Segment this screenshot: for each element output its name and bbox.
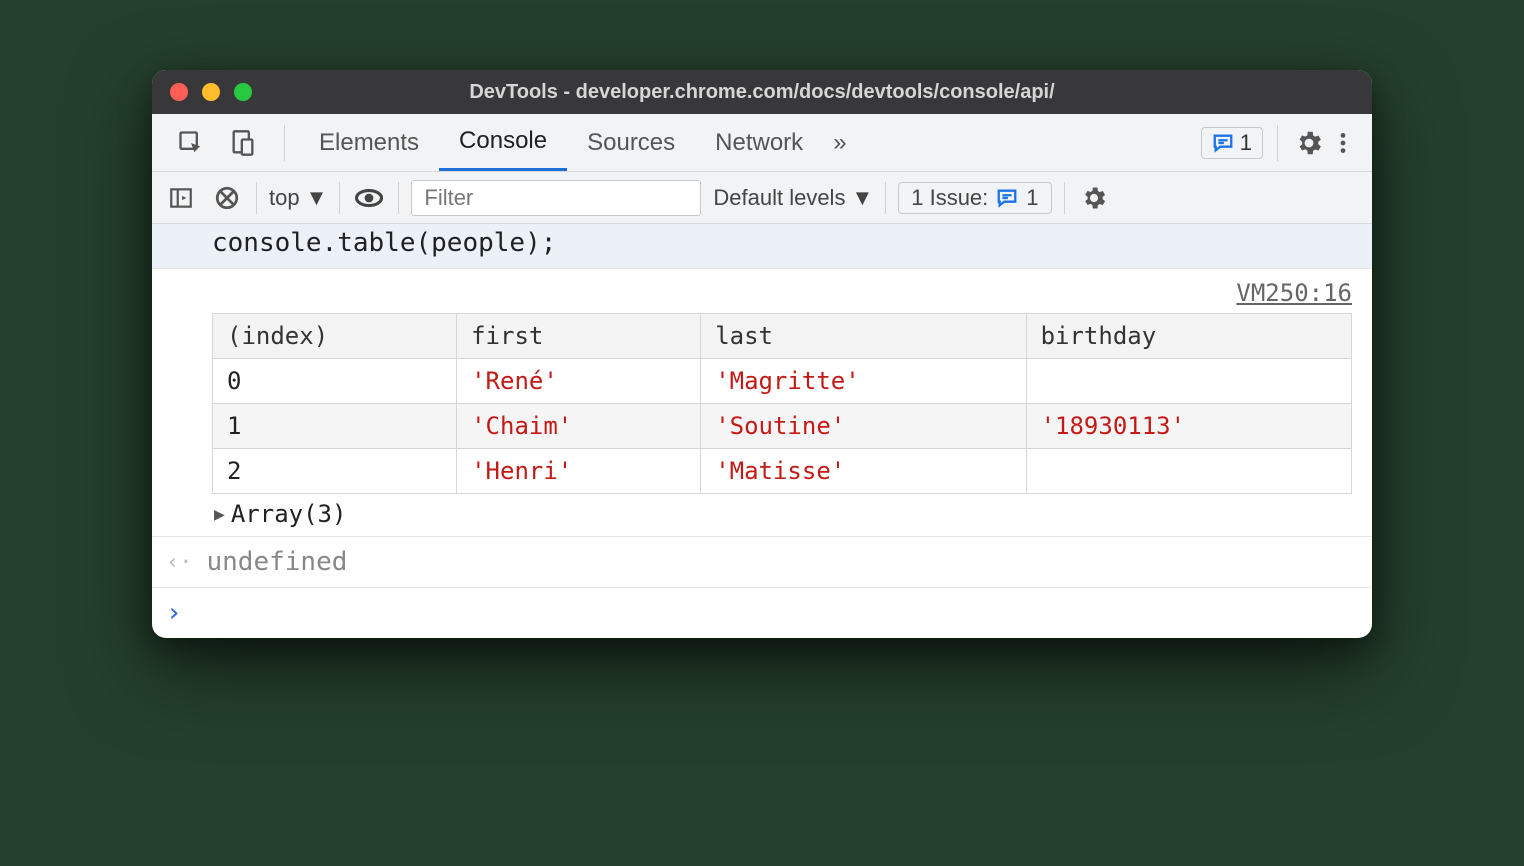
cell-birthday [1026, 359, 1351, 404]
triangle-right-icon: ▶ [214, 504, 225, 525]
log-levels-selector[interactable]: Default levels ▼ [713, 185, 873, 211]
return-value: undefined [207, 547, 348, 577]
console-prompt[interactable]: › [152, 588, 1372, 638]
array-summary: Array(3) [231, 500, 347, 528]
cell-first: 'Chaim' [457, 404, 701, 449]
console-messages-badge[interactable]: 1 [1201, 127, 1263, 159]
console-input-echo: console.table(people); [152, 224, 1372, 269]
inspect-element-icon[interactable] [174, 126, 208, 160]
cell-last: 'Matisse' [701, 449, 1026, 494]
message-icon [1212, 132, 1234, 154]
tab-network[interactable]: Network [695, 114, 823, 171]
divider [284, 125, 285, 161]
filter-placeholder: Filter [424, 185, 473, 211]
chevron-down-icon: ▼ [851, 185, 873, 211]
chevron-down-icon: ▼ [306, 185, 328, 211]
cell-last: 'Soutine' [701, 404, 1026, 449]
col-index[interactable]: (index) [213, 314, 457, 359]
console-toolbar: top ▼ Filter Default levels ▼ 1 Issue: 1 [152, 172, 1372, 224]
close-window-button[interactable] [170, 83, 188, 101]
table-row: 2 'Henri' 'Matisse' [213, 449, 1352, 494]
console-return-row: ‹· undefined [152, 537, 1372, 588]
levels-label: Default levels [713, 185, 845, 211]
col-first[interactable]: first [457, 314, 701, 359]
cell-index: 0 [213, 359, 457, 404]
messages-count: 1 [1240, 130, 1252, 156]
live-expression-icon[interactable] [352, 181, 386, 215]
cell-first: 'Henri' [457, 449, 701, 494]
col-last[interactable]: last [701, 314, 1026, 359]
console-settings-icon[interactable] [1077, 181, 1111, 215]
minimize-window-button[interactable] [202, 83, 220, 101]
divider [398, 182, 399, 214]
devtools-window: DevTools - developer.chrome.com/docs/dev… [152, 70, 1372, 638]
divider [1064, 182, 1065, 214]
issues-badge[interactable]: 1 Issue: 1 [898, 182, 1051, 214]
divider [885, 182, 886, 214]
settings-icon[interactable] [1292, 126, 1326, 160]
clear-console-icon[interactable] [210, 181, 244, 215]
return-arrow-icon: ‹· [166, 550, 193, 575]
table-row: 1 'Chaim' 'Soutine' '18930113' [213, 404, 1352, 449]
issues-count: 1 [1026, 185, 1038, 211]
source-link[interactable]: VM250:16 [212, 279, 1352, 307]
tab-elements[interactable]: Elements [299, 114, 439, 171]
array-expander[interactable]: ▶ Array(3) [212, 494, 1352, 530]
table-header-row: (index) first last birthday [213, 314, 1352, 359]
console-output: VM250:16 (index) first last birthday 0 '… [152, 269, 1372, 537]
cell-last: 'Magritte' [701, 359, 1026, 404]
window-titlebar: DevTools - developer.chrome.com/docs/dev… [152, 70, 1372, 114]
traffic-lights [170, 83, 252, 101]
tab-sources[interactable]: Sources [567, 114, 695, 171]
context-label: top [269, 185, 300, 211]
device-toolbar-icon[interactable] [226, 126, 260, 160]
cell-birthday [1026, 449, 1351, 494]
sidebar-toggle-icon[interactable] [164, 181, 198, 215]
tab-console[interactable]: Console [439, 114, 567, 171]
cell-first: 'René' [457, 359, 701, 404]
filter-input[interactable]: Filter [411, 180, 701, 216]
devtools-tabstrip: Elements Console Sources Network » 1 [152, 114, 1372, 172]
table-row: 0 'René' 'Magritte' [213, 359, 1352, 404]
col-birthday[interactable]: birthday [1026, 314, 1351, 359]
console-table: (index) first last birthday 0 'René' 'Ma… [212, 313, 1352, 494]
prompt-chevron-icon: › [166, 598, 182, 628]
execution-context-selector[interactable]: top ▼ [269, 185, 327, 211]
divider [1277, 125, 1278, 161]
tabs-overflow[interactable]: » [823, 114, 856, 171]
kebab-menu-icon[interactable] [1326, 126, 1360, 160]
divider [339, 182, 340, 214]
cell-index: 2 [213, 449, 457, 494]
cell-index: 1 [213, 404, 457, 449]
divider [256, 182, 257, 214]
zoom-window-button[interactable] [234, 83, 252, 101]
message-icon [996, 187, 1018, 209]
issues-label: 1 Issue: [911, 185, 988, 211]
cell-birthday: '18930113' [1026, 404, 1351, 449]
window-title: DevTools - developer.chrome.com/docs/dev… [152, 81, 1372, 104]
